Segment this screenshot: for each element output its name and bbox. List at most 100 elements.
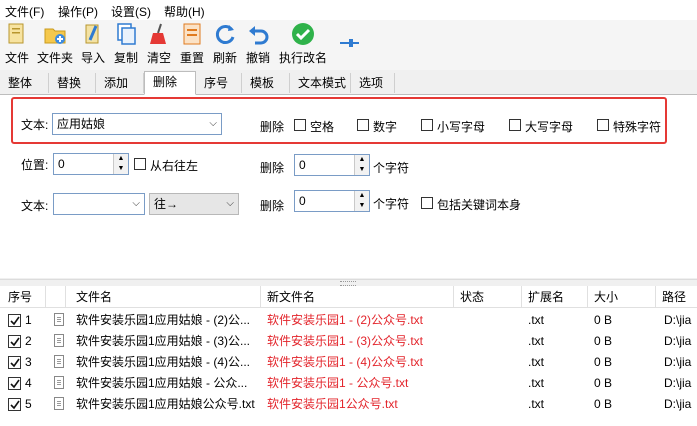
stepper-arrows-icon[interactable]: ▲ ▼ <box>354 155 369 175</box>
splitter[interactable] <box>0 279 697 286</box>
row-number: 1 <box>25 313 32 327</box>
row-ext: .txt <box>528 334 545 348</box>
delete-after-value: 0 <box>299 194 306 208</box>
option-uppercase-label: 大写字母 <box>525 120 574 134</box>
tab-overall[interactable]: 整体 <box>0 73 49 93</box>
import-button[interactable]: 导入 <box>80 22 106 66</box>
add-file-button[interactable]: 文件 <box>4 22 30 66</box>
delete-count-stepper[interactable]: 0 ▲ ▼ <box>294 154 370 176</box>
reset-button[interactable]: 重置 <box>179 22 205 66</box>
checkbox-uppercase[interactable] <box>509 119 521 131</box>
row-status <box>460 373 520 394</box>
stepper-arrows-icon[interactable]: ▲ ▼ <box>354 191 369 211</box>
menu-settings[interactable]: 设置(S) <box>111 3 151 20</box>
checkbox-lowercase[interactable] <box>421 119 433 131</box>
col-header-icon <box>46 286 66 308</box>
broom-icon <box>147 22 171 46</box>
row-newname: 软件安装乐园1 - (3)公众号.txt <box>267 334 424 348</box>
position-label: 位置: <box>21 158 49 172</box>
tab-delete[interactable]: 删除 <box>144 71 196 95</box>
add-folder-button[interactable]: 文件夹 <box>36 22 74 66</box>
row-checkbox[interactable] <box>8 356 21 369</box>
tab-text-mode[interactable]: 文本模式 <box>290 73 351 93</box>
menu-file[interactable]: 文件(F) <box>5 3 44 20</box>
col-header-filename[interactable]: 文件名 <box>66 286 261 308</box>
right-to-left-label: 从右往左 <box>150 159 199 173</box>
tab-add[interactable]: 添加 <box>96 73 144 93</box>
option-digits-label: 数字 <box>373 120 398 134</box>
position-stepper[interactable]: 0 ▲ ▼ <box>53 153 129 175</box>
table-row[interactable]: 1 软件安装乐园1应用姑娘 - (2)公... 软件安装乐园1 - (2)公众号.t… <box>0 310 697 331</box>
file-list: 序号 文件名 新文件名 状态 扩展名 大小 路径 1 软件安装乐园1应用姑娘 - … <box>0 286 697 426</box>
chevron-down-icon: ⌵ <box>132 198 140 209</box>
col-header-size[interactable]: 大小 <box>588 286 656 308</box>
checkbox-right-to-left[interactable] <box>134 158 146 170</box>
row-path: D:\jia <box>664 376 692 390</box>
col-header-newname[interactable]: 新文件名 <box>261 286 454 308</box>
direction-select[interactable]: 往→ ⌵ <box>149 193 239 215</box>
delete-count-value: 0 <box>299 158 306 172</box>
col-header-status[interactable]: 状态 <box>454 286 522 308</box>
check-mark-icon <box>10 358 20 368</box>
col-header-path[interactable]: 路径 <box>656 286 697 308</box>
row-filename: 软件安装乐园1应用姑娘公众号.txt <box>76 397 255 411</box>
keyword-combo[interactable]: ⌵ <box>53 193 145 215</box>
tab-options[interactable]: 选项 <box>351 73 395 93</box>
check-mark-icon <box>10 337 20 347</box>
text-label: 文本: <box>21 118 49 132</box>
row-checkbox[interactable] <box>8 398 21 411</box>
copy-button[interactable]: 复制 <box>113 22 139 66</box>
undo-button[interactable]: 撤销 <box>245 22 271 66</box>
row-newname: 软件安装乐园1 - (2)公众号.txt <box>267 313 424 327</box>
row-size: 0 B <box>594 355 613 369</box>
table-row[interactable]: 2 软件安装乐园1应用姑娘 - (3)公... 软件安装乐园1 - (3)公众号.t… <box>0 331 697 352</box>
clear-button[interactable]: 清空 <box>146 22 172 66</box>
col-header-no[interactable]: 序号 <box>0 286 46 308</box>
row-newname: 软件安装乐园1 - 公众号.txt <box>267 376 409 390</box>
execute-rename-button[interactable]: 执行改名 <box>278 22 328 66</box>
text-combo[interactable]: 应用姑娘 ⌵ <box>52 113 222 135</box>
row-status <box>460 331 520 352</box>
tab-sequence[interactable]: 序号 <box>196 73 242 93</box>
row-checkbox[interactable] <box>8 314 21 327</box>
table-row[interactable]: 3 软件安装乐园1应用姑娘 - (4)公... 软件安装乐园1 - (4)公众号.t… <box>0 352 697 373</box>
row-size: 0 B <box>594 376 613 390</box>
copy-icon <box>114 22 138 46</box>
add-folder-icon <box>43 22 67 46</box>
file-icon <box>54 334 64 347</box>
checkbox-special[interactable] <box>597 119 609 131</box>
checkbox-space[interactable] <box>294 119 306 131</box>
tab-bar: 整体 替换 添加 删除 序号 模板 文本模式 选项 <box>0 71 697 95</box>
tab-template[interactable]: 模板 <box>242 73 290 93</box>
delete-after-stepper[interactable]: 0 ▲ ▼ <box>294 190 370 212</box>
refresh-button[interactable]: 刷新 <box>212 22 238 66</box>
chars2-label: 个字符 <box>373 197 410 211</box>
row-ext: .txt <box>528 397 545 411</box>
tab-replace[interactable]: 替换 <box>49 73 96 93</box>
row-number: 4 <box>25 376 32 390</box>
row-checkbox[interactable] <box>8 335 21 348</box>
menu-bar: 文件(F) 操作(P) 设置(S) 帮助(H) <box>0 0 697 21</box>
menu-operation[interactable]: 操作(P) <box>58 3 98 20</box>
checkbox-digits[interactable] <box>357 119 369 131</box>
row-filename: 软件安装乐园1应用姑娘 - (4)公... <box>76 355 251 369</box>
pin-icon[interactable] <box>338 36 360 53</box>
row-checkbox[interactable] <box>8 377 21 390</box>
row-filename: 软件安装乐园1应用姑娘 - 公众... <box>76 376 248 390</box>
table-row[interactable]: 4 软件安装乐园1应用姑娘 - 公众... 软件安装乐园1 - 公众号.txt .tx… <box>0 373 697 394</box>
option-space-label: 空格 <box>310 120 335 134</box>
col-header-ext[interactable]: 扩展名 <box>522 286 588 308</box>
table-row[interactable]: 5 软件安装乐园1应用姑娘公众号.txt 软件安装乐园1公众号.txt .txt 0 B… <box>0 394 697 415</box>
stepper-arrows-icon[interactable]: ▲ ▼ <box>113 154 128 174</box>
delete-panel: 文本: 应用姑娘 ⌵ 删除 空格 数字 小写字母 大写字母 特殊字符 位置: 0… <box>0 95 697 278</box>
row-number: 3 <box>25 355 32 369</box>
checkbox-include-keyword[interactable] <box>421 197 433 209</box>
position-value: 0 <box>58 157 65 171</box>
toolbar: 文件 文件夹 导入 复制 清空 重置 刷新 撤销 执行改名 <box>0 20 697 70</box>
row-number: 2 <box>25 334 32 348</box>
delete-count-label: 删除 <box>260 161 285 175</box>
row-path: D:\jia <box>664 313 692 327</box>
menu-help[interactable]: 帮助(H) <box>164 3 205 20</box>
delete-after-label: 删除 <box>260 199 285 213</box>
row-number: 5 <box>25 397 32 411</box>
